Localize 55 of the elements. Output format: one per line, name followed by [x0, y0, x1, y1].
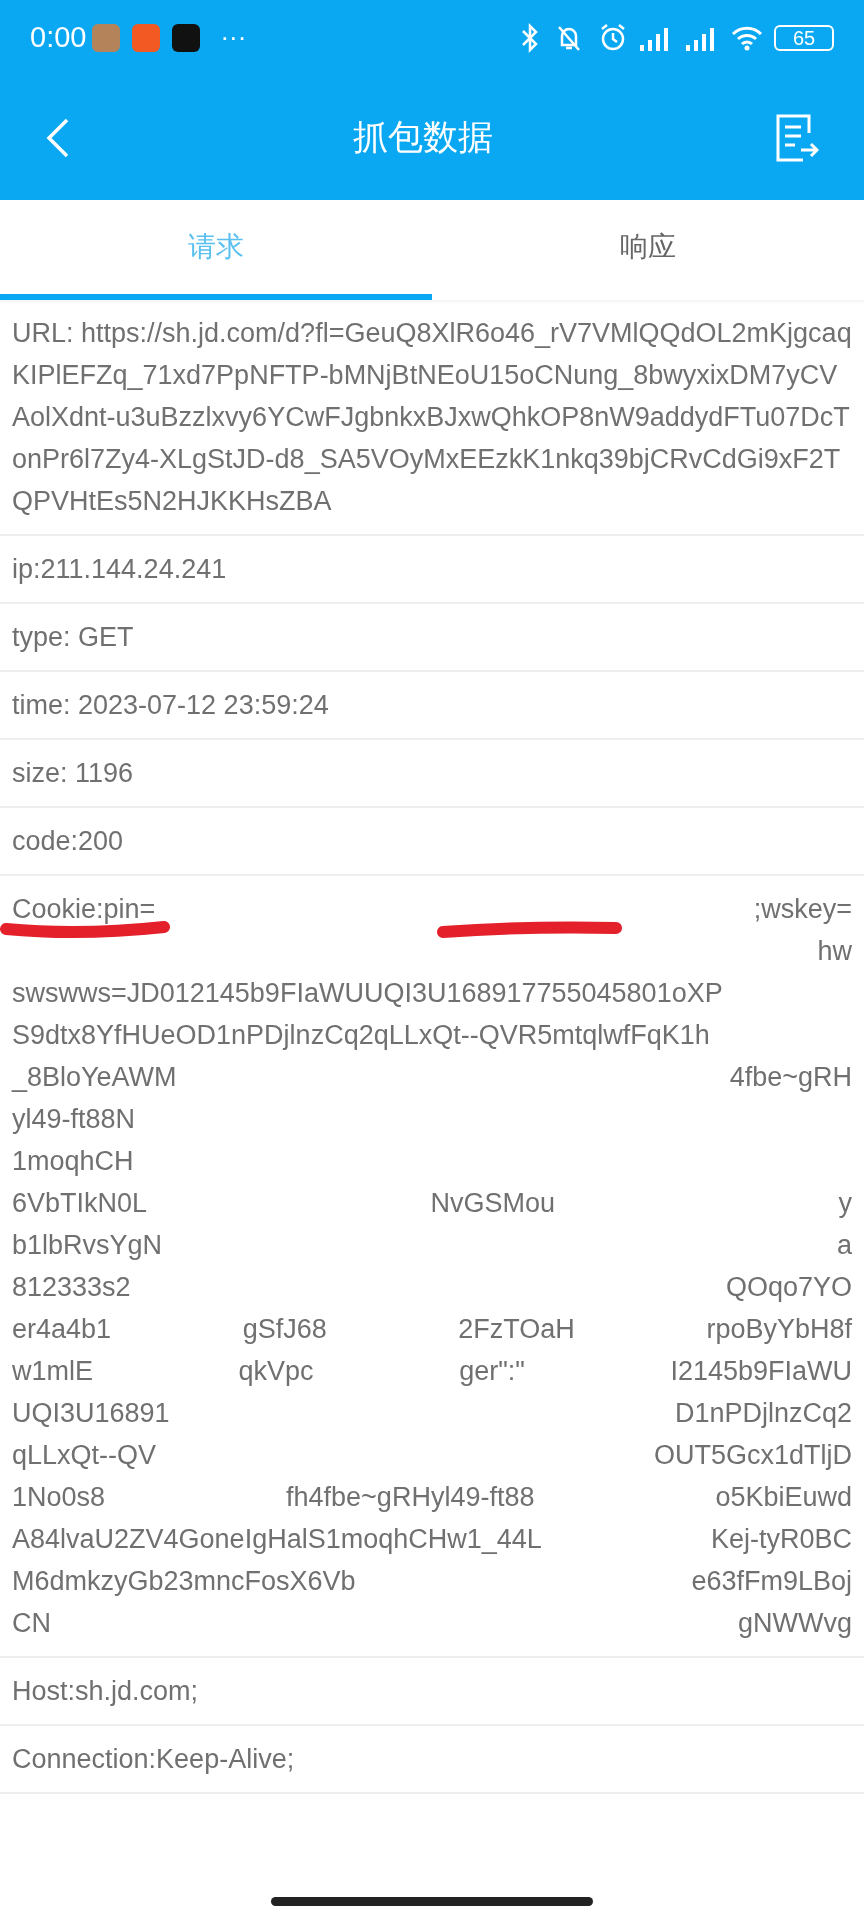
cookie-fragment: 4fbe~gRH	[729, 1061, 852, 1094]
cookie-fragment: M6dmkzyGb23mncFosX6Vb	[12, 1565, 356, 1598]
cookie-fragment: QOqo7YO	[725, 1271, 852, 1304]
cookie-fragment: qkVpc	[238, 1355, 314, 1388]
app-icon	[132, 23, 161, 52]
cookie-fragment: er4a4b1	[12, 1313, 112, 1346]
cookie-fragment: NvGSMou	[430, 1187, 556, 1220]
tab[interactable]: 响应	[432, 200, 864, 300]
cookie-fragment: A84lvaU2ZV4GoneIgHalS1moqhCHw1_44L	[12, 1523, 542, 1556]
cookie-fragment: y	[838, 1187, 852, 1220]
cookie-fragment: 6VbTIkN0L	[12, 1187, 148, 1220]
app-icon	[172, 23, 201, 52]
cookie-fragment: b1lbRvsYgN	[12, 1229, 163, 1262]
cookie-fragment: _8BloYeAWM	[12, 1061, 177, 1094]
cookie-fragment: qLLxQt--QV	[12, 1439, 157, 1472]
field-text: Host:sh.jd.com;	[12, 1675, 200, 1708]
cookie-fragment: ;wskey=	[753, 893, 852, 926]
cookie-fragment: S9dtx8YfHUeOD1nPDjlnzCq2qLLxQt--QVR5mtqlwfFqK1h	[12, 1019, 710, 1052]
cookie-fragment: 1moqhCH	[12, 1145, 134, 1178]
field-text: time: 2023-07-12 23:59:24	[12, 689, 330, 722]
cookie-fragment: Kej-tyR0BC	[710, 1523, 852, 1556]
cookie-fragment: ger":"	[459, 1355, 525, 1388]
cookie-fragment: fh4fbe~gRHyl49-ft88	[286, 1481, 535, 1514]
field-text: type: GET	[12, 621, 135, 654]
cookie-fragment: I2145b9FIaWU	[670, 1355, 852, 1388]
more-notifications: ···	[220, 21, 247, 54]
cookie-fragment: CN	[12, 1607, 51, 1640]
export-list-icon[interactable]	[775, 112, 819, 163]
field-text: URL: https://sh.jd.com/d?fl=GeuQ8XlR6o46_rV7VMlQQdOL2mKjgcaqKIPlEFZq_71xd7PpNFTP-bMNjBtNEoU15oCNung_8bwyxixDM7yCVAolXdnt-u3uBzzlxvy6YCwFJgbnkxBJxwQhkOP8nW9addydFTu07DcTonPr6l7Zy4-XLgStJD-d8_SA5VOyMxEEzkK1nkq39bjCRvCdGi9xF2TQPVHtEs5N2HJKKHsZBA	[12, 317, 852, 518]
cookie-fragment: 2FzTOaH	[458, 1313, 575, 1346]
cookie-fragment: o5KbiEuwd	[715, 1481, 852, 1514]
bluetooth-icon	[520, 22, 540, 53]
cookie-fragment: OUT5Gcx1dTljD	[653, 1439, 852, 1472]
cookie-fragment: gNWWvg	[738, 1607, 852, 1640]
app-icon	[92, 23, 121, 52]
cookie-fragment: D1nPDjlnzCq2	[674, 1397, 852, 1430]
cookie-fragment: 1No0s8	[12, 1481, 106, 1514]
cookie-fragment: a	[836, 1229, 852, 1262]
cookie-fragment: rpoByYbH8f	[706, 1313, 852, 1346]
cookie-fragment: Cookie:pin=	[12, 893, 156, 926]
cookie-fragment: yl49-ft88N	[12, 1103, 136, 1136]
field-text: code:200	[12, 825, 125, 858]
cookie-fragment: gSfJ68	[242, 1313, 327, 1346]
field-text: Connection:Keep-Alive;	[12, 1743, 296, 1776]
cookie-fragment: 812333s2	[12, 1271, 131, 1304]
cookie-fragment: e63fFm9LBoj	[691, 1565, 852, 1598]
cookie-fragment: swswws=JD012145b9FIaWUUQI3U168917755045801oXP	[12, 977, 723, 1010]
page-title: 抓包数据	[353, 116, 493, 159]
field-text: size: 1196	[12, 757, 135, 790]
cookie-fragment: UQI3U16891	[12, 1397, 170, 1430]
cookie-fragment: hw	[817, 935, 852, 968]
cookie-fragment: w1mlE	[12, 1355, 93, 1388]
status-time: 0:00	[30, 19, 87, 55]
battery-indicator: 65	[774, 24, 834, 51]
field-text: ip:211.144.24.241	[12, 553, 228, 586]
